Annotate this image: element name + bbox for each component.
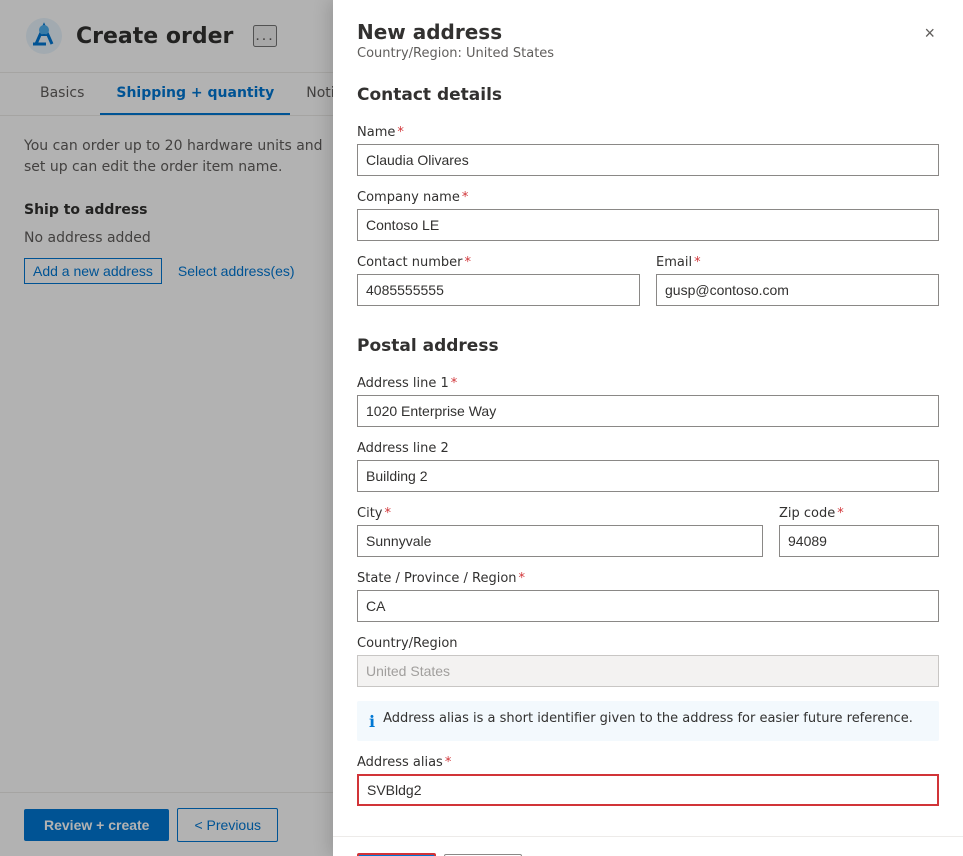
zip-required: *	[837, 506, 844, 521]
address1-required: *	[451, 376, 458, 391]
zip-input[interactable]	[779, 525, 939, 557]
alias-field-group: Address alias*	[357, 755, 939, 806]
alias-label: Address alias*	[357, 755, 939, 770]
company-label: Company name*	[357, 190, 939, 205]
zip-label: Zip code*	[779, 506, 939, 521]
city-field-group: City*	[357, 506, 763, 557]
contact-input[interactable]	[357, 274, 640, 306]
city-required: *	[384, 506, 391, 521]
modal-subtitle: Country/Region: United States	[357, 46, 554, 61]
state-required: *	[519, 571, 526, 586]
new-address-modal: New address Country/Region: United State…	[333, 0, 963, 856]
email-required: *	[694, 255, 701, 270]
info-icon: ℹ	[369, 712, 375, 731]
name-label: Name*	[357, 125, 939, 140]
contact-section-title: Contact details	[357, 85, 939, 113]
state-field-group: State / Province / Region*	[357, 571, 939, 622]
name-required: *	[397, 125, 404, 140]
modal-header: New address Country/Region: United State…	[333, 0, 963, 69]
address2-label: Address line 2	[357, 441, 939, 456]
state-label: State / Province / Region*	[357, 571, 939, 586]
country-input	[357, 655, 939, 687]
contact-field-group: Contact number*	[357, 255, 640, 306]
zip-field-group: Zip code*	[779, 506, 939, 557]
modal-title-group: New address Country/Region: United State…	[357, 20, 554, 61]
company-required: *	[462, 190, 469, 205]
country-label: Country/Region	[357, 636, 939, 651]
state-input[interactable]	[357, 590, 939, 622]
name-input[interactable]	[357, 144, 939, 176]
modal-body: Contact details Name* Company name* Cont…	[333, 69, 963, 836]
address2-field-group: Address line 2	[357, 441, 939, 492]
alias-input[interactable]	[357, 774, 939, 806]
company-input[interactable]	[357, 209, 939, 241]
alias-required: *	[445, 755, 452, 770]
address1-label: Address line 1*	[357, 376, 939, 391]
address1-field-group: Address line 1*	[357, 376, 939, 427]
address2-input[interactable]	[357, 460, 939, 492]
alias-info-box: ℹ Address alias is a short identifier gi…	[357, 701, 939, 741]
city-input[interactable]	[357, 525, 763, 557]
email-input[interactable]	[656, 274, 939, 306]
postal-section-title: Postal address	[357, 336, 939, 364]
modal-title: New address	[357, 20, 554, 44]
address1-input[interactable]	[357, 395, 939, 427]
company-field-group: Company name*	[357, 190, 939, 241]
modal-footer: Add Cancel	[333, 836, 963, 856]
modal-close-button[interactable]: ×	[920, 20, 939, 46]
contact-email-row: Contact number* Email*	[357, 255, 939, 320]
country-field-group: Country/Region	[357, 636, 939, 687]
email-field-group: Email*	[656, 255, 939, 306]
name-field-group: Name*	[357, 125, 939, 176]
contact-required: *	[464, 255, 471, 270]
email-label: Email*	[656, 255, 939, 270]
city-label: City*	[357, 506, 763, 521]
city-zip-row: City* Zip code*	[357, 506, 939, 571]
alias-info-text: Address alias is a short identifier give…	[383, 711, 913, 726]
contact-label: Contact number*	[357, 255, 640, 270]
